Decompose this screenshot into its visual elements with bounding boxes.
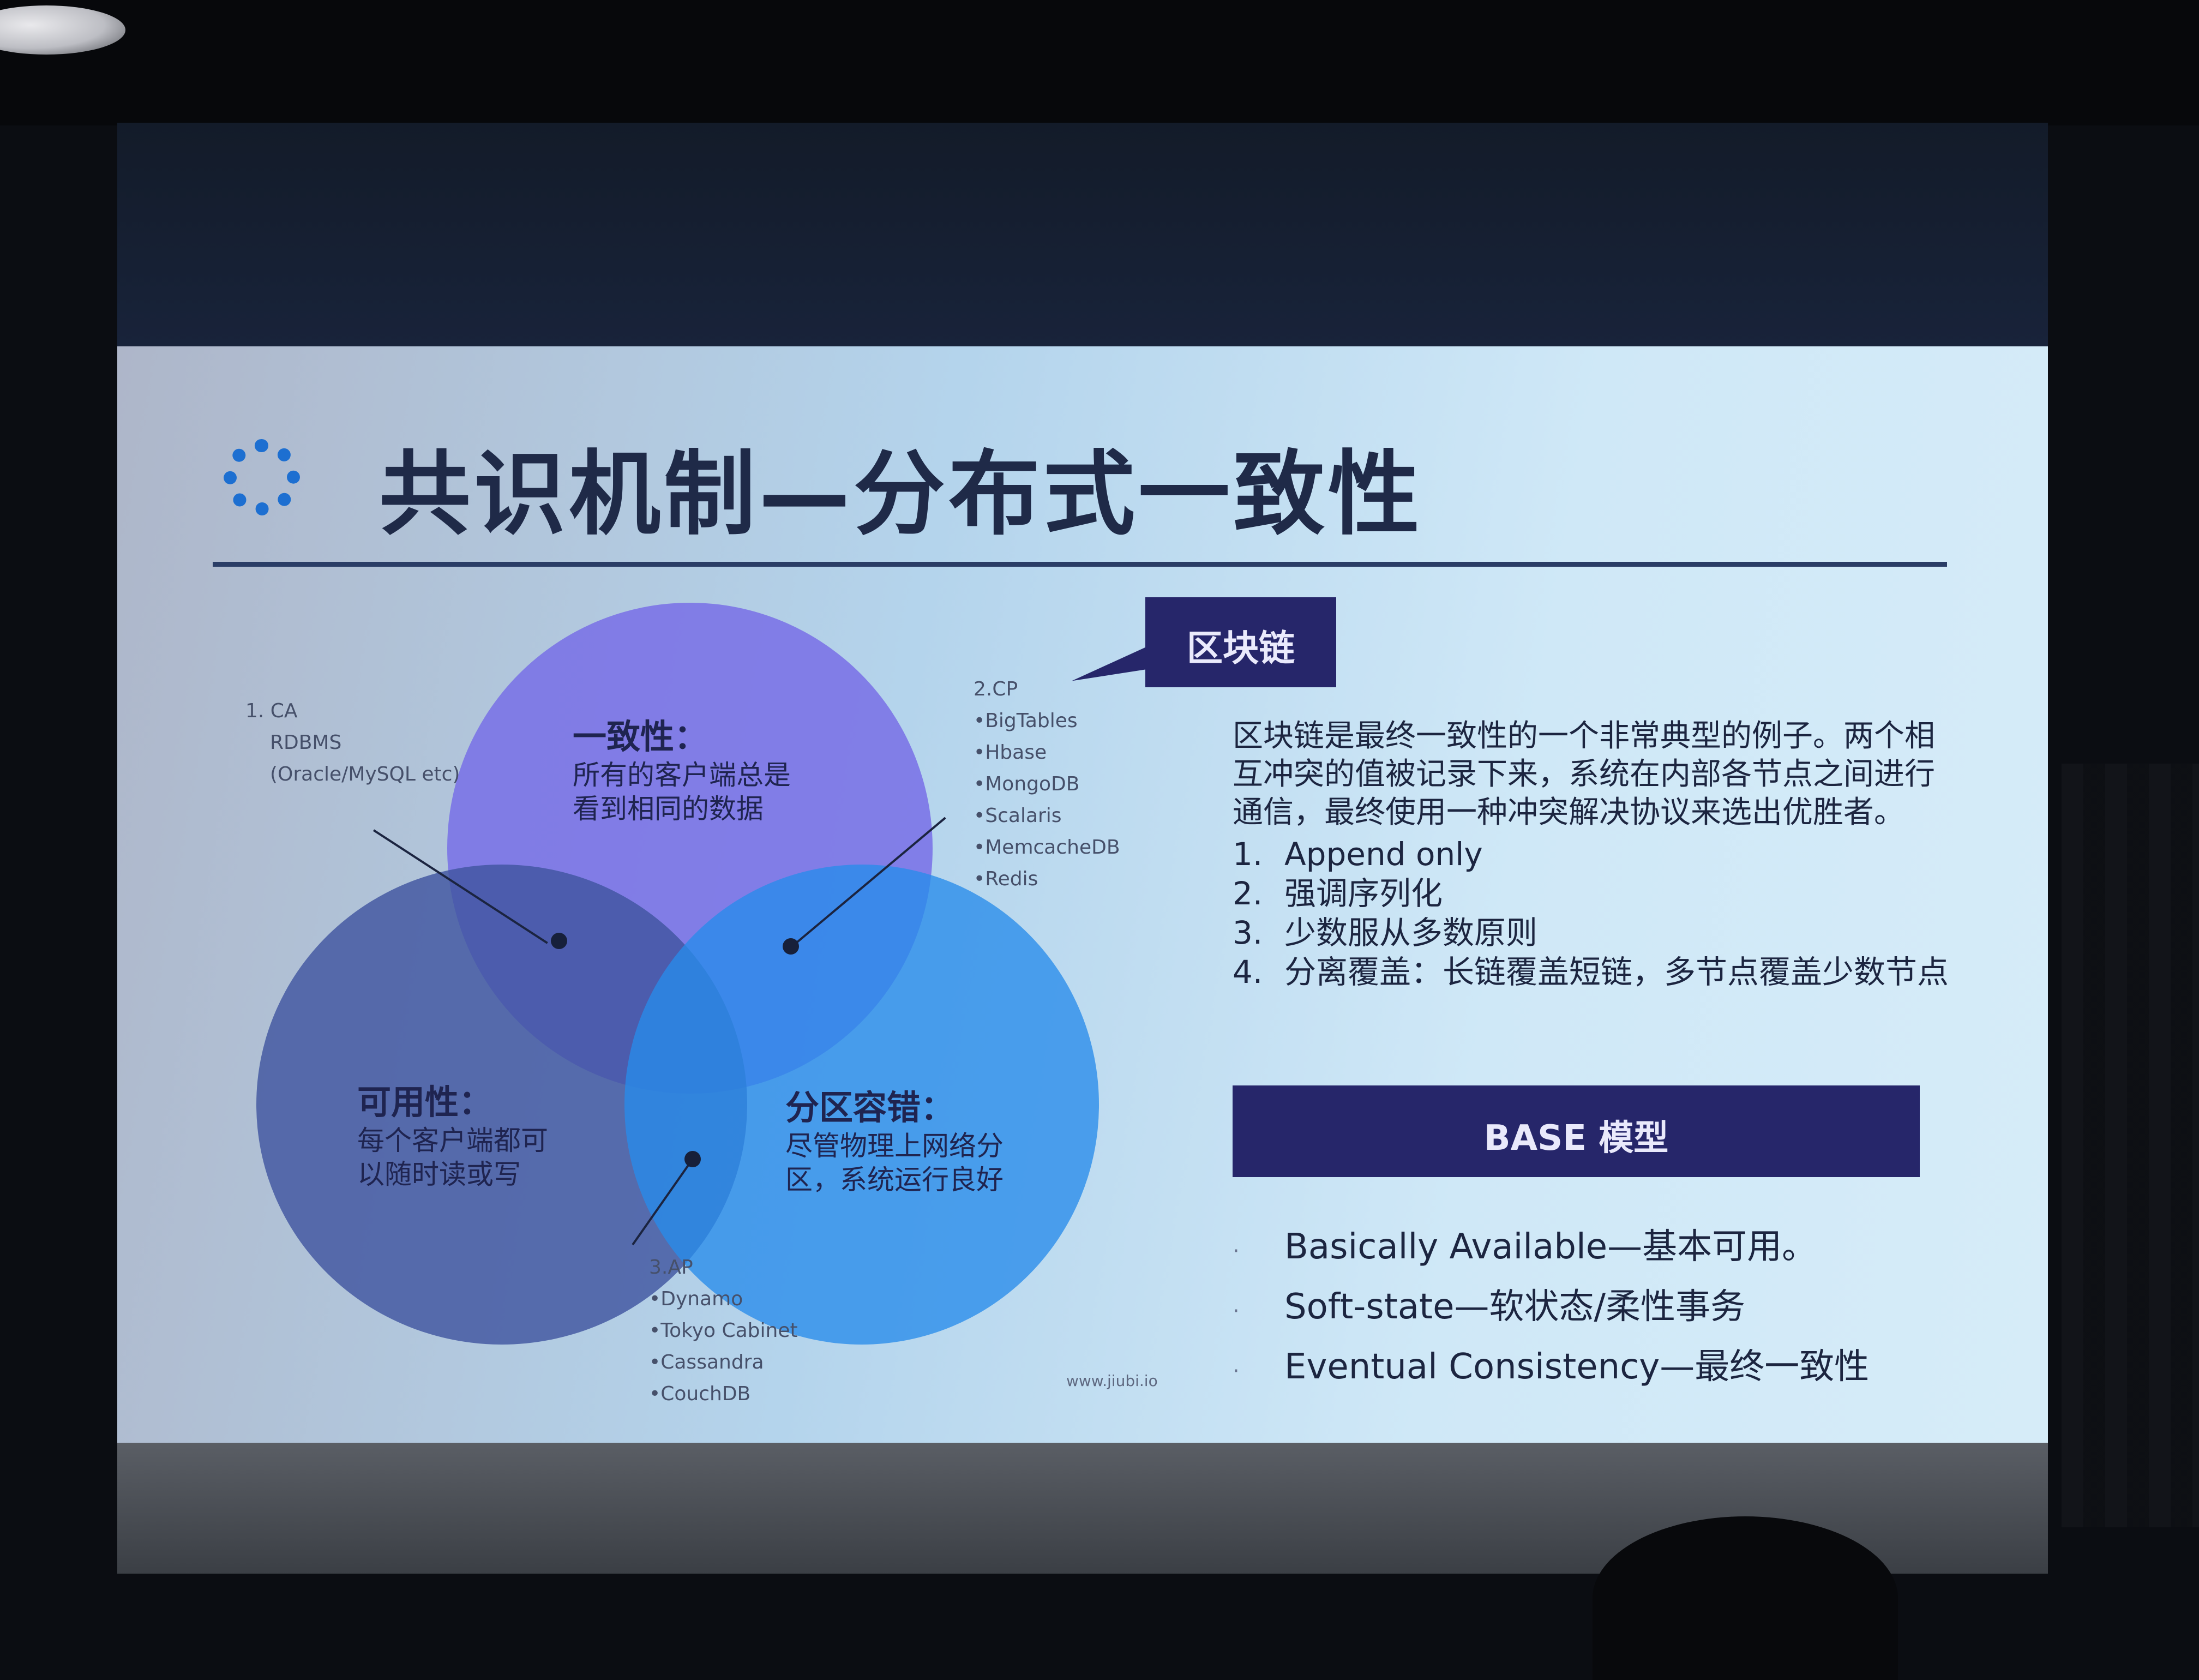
- list-item: · Eventual Consistency—最终一致性: [1233, 1339, 1869, 1399]
- partition-line: 区，系统运行良好: [785, 1164, 1004, 1196]
- list-text: 少数服从多数原则: [1284, 914, 1538, 951]
- projector-screen: 共识机制—分布式一致性 一致性： 所有的客户端总是 看到相同的数据 可用性： 每…: [117, 123, 2048, 1574]
- ap-item: •Tokyo Cabinet: [649, 1319, 798, 1342]
- cp-label: 2.CP •BigTables •Hbase •MongoDB •Scalari…: [974, 674, 1120, 895]
- cp-item: •Redis: [974, 868, 1038, 890]
- availability-label: 可用性： 每个客户端都可 以随时读或写: [357, 1075, 548, 1191]
- ap-item: •Cassandra: [649, 1351, 764, 1373]
- list-item: 4. 分离覆盖：长链覆盖短链，多节点覆盖少数节点: [1233, 952, 1949, 992]
- list-item: 3. 少数服从多数原则: [1233, 913, 1949, 952]
- room-ceiling: [0, 0, 2199, 125]
- ap-item: •Dynamo: [649, 1288, 743, 1310]
- consistency-line: 看到相同的数据: [573, 793, 764, 825]
- callout-label: 区块链: [1187, 627, 1295, 669]
- ap-label: 3.AP •Dynamo •Tokyo Cabinet •Cassandra •…: [649, 1252, 798, 1410]
- screen-top-band: [117, 123, 2048, 346]
- list-text: 分离覆盖：长链覆盖短链，多节点覆盖少数节点: [1284, 953, 1949, 991]
- list-item: · Soft-state—软状态/柔性事务: [1233, 1279, 1869, 1339]
- cp-dot: [783, 938, 799, 955]
- list-number: 3.: [1233, 914, 1263, 951]
- partition-label: 分区容错： 尽管物理上网络分 区，系统运行良好: [785, 1080, 1004, 1197]
- cp-item: •Hbase: [974, 741, 1047, 764]
- ca-heading: 1. CA: [245, 700, 298, 722]
- cp-item: •BigTables: [974, 710, 1078, 732]
- list-text: 强调序列化: [1284, 875, 1443, 912]
- consistency-heading: 一致性：: [573, 717, 708, 757]
- ca-dot: [551, 933, 567, 949]
- bullet: ·: [1233, 1359, 1240, 1384]
- list-item: 1. Append only: [1233, 835, 1949, 874]
- ca-item: (Oracle/MySQL etc): [270, 763, 460, 785]
- cap-venn-diagram: 一致性： 所有的客户端总是 看到相同的数据 可用性： 每个客户端都可 以随时读或…: [117, 346, 1317, 1443]
- audience-silhouette: [1593, 1516, 1898, 1680]
- ca-item: RDBMS: [270, 731, 342, 754]
- availability-line: 每个客户端都可: [357, 1125, 548, 1156]
- list-number: 2.: [1233, 875, 1263, 912]
- base-model-list: · Basically Available—基本可用。 · Soft-state—软…: [1233, 1219, 1869, 1399]
- slide: 共识机制—分布式一致性 一致性： 所有的客户端总是 看到相同的数据 可用性： 每…: [117, 346, 2048, 1443]
- consistency-line: 所有的客户端总是: [573, 759, 791, 791]
- partition-line: 尽管物理上网络分: [785, 1130, 1004, 1162]
- list-number: 1.: [1233, 836, 1263, 873]
- bullet: ·: [1233, 1299, 1240, 1324]
- ap-heading: 3.AP: [649, 1256, 693, 1279]
- list-item: 2. 强调序列化: [1233, 874, 1949, 913]
- cp-item: •MongoDB: [974, 773, 1080, 795]
- list-text: Append only: [1284, 836, 1483, 873]
- blockchain-paragraph: 区块链是最终一致性的一个非常典型的例子。两个相互冲突的值被记录下来，系统在内部各…: [1233, 718, 1935, 830]
- list-text: Eventual Consistency—最终一致性: [1284, 1347, 1870, 1387]
- availability-heading: 可用性：: [357, 1082, 493, 1122]
- slide-footer: www.jiubi.io: [1066, 1372, 1158, 1390]
- list-text: Soft-state—软状态/柔性事务: [1284, 1287, 1746, 1327]
- consistency-label: 一致性： 所有的客户端总是 看到相同的数据: [573, 709, 791, 826]
- cp-item: •MemcacheDB: [974, 836, 1120, 859]
- ap-item: •CouchDB: [649, 1383, 751, 1405]
- ap-dot: [684, 1151, 701, 1167]
- numbered-list: 1. Append only 2. 强调序列化 3. 少数服从多数原则 4. 分离覆盖：…: [1233, 835, 1949, 992]
- base-model-title: BASE 模型: [1483, 1118, 1669, 1159]
- bullet: ·: [1233, 1239, 1240, 1264]
- list-item: · Basically Available—基本可用。: [1233, 1219, 1869, 1279]
- list-text: Basically Available—基本可用。: [1284, 1227, 1817, 1267]
- list-number: 4.: [1233, 953, 1263, 991]
- ca-label: 1. CA RDBMS (Oracle/MySQL etc): [245, 695, 460, 790]
- cp-item: •Scalaris: [974, 805, 1062, 827]
- blockchain-callout: 区块链: [1145, 597, 1336, 687]
- bookshelf: [2062, 764, 2199, 1527]
- base-model-header: BASE 模型: [1233, 1085, 1920, 1177]
- availability-line: 以随时读或写: [357, 1159, 521, 1190]
- partition-heading: 分区容错：: [785, 1088, 955, 1127]
